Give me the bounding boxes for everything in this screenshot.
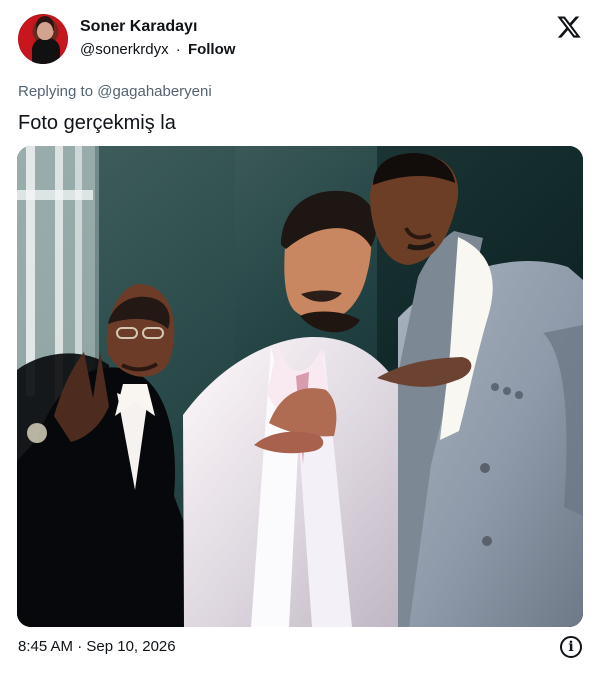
reply-handle-link[interactable]: @gagahaberyeni bbox=[97, 83, 211, 100]
tweet-photo[interactable] bbox=[17, 146, 583, 627]
tweet-text: Foto gerçekmiş la bbox=[18, 112, 176, 134]
tweet-card: Soner Karadayı @sonerkrdyx · Follow Repl… bbox=[0, 0, 600, 677]
user-handle[interactable]: @sonerkrdyx bbox=[80, 41, 169, 58]
timestamp[interactable]: 8:45 AM · Sep 10, 2026 bbox=[18, 638, 176, 655]
tweet-header: Soner Karadayı @sonerkrdyx · Follow bbox=[18, 14, 582, 66]
follow-button[interactable]: Follow bbox=[188, 41, 236, 58]
user-info: Soner Karadayı @sonerkrdyx · Follow bbox=[80, 17, 235, 60]
reply-context: Replying to @gagahaberyeni bbox=[18, 83, 212, 100]
handle-row: @sonerkrdyx · Follow bbox=[80, 41, 235, 60]
x-logo-icon[interactable] bbox=[556, 14, 582, 40]
avatar[interactable] bbox=[18, 14, 68, 64]
reply-prefix: Replying to bbox=[18, 83, 94, 100]
photo-illustration bbox=[17, 146, 583, 627]
display-name[interactable]: Soner Karadayı bbox=[80, 17, 235, 37]
tweet-footer: 8:45 AM · Sep 10, 2026 i bbox=[18, 636, 582, 660]
info-icon[interactable]: i bbox=[560, 636, 582, 658]
handle-separator: · bbox=[175, 41, 181, 58]
